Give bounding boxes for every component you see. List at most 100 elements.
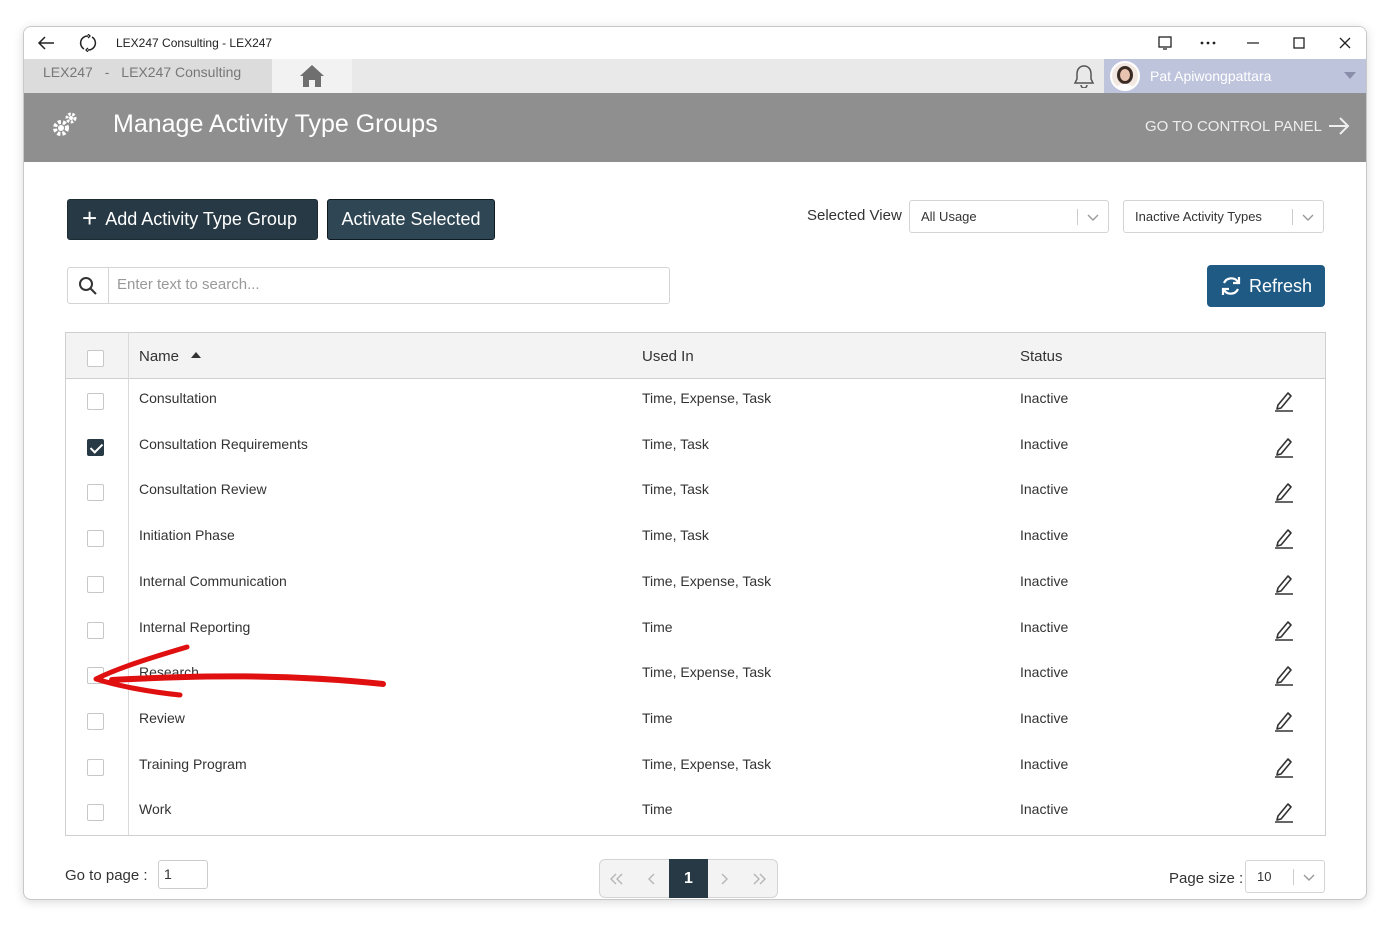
pencil-edit-icon[interactable] xyxy=(1274,527,1294,549)
double-chevron-right-icon[interactable] xyxy=(742,860,776,897)
pencil-edit-icon[interactable] xyxy=(1274,664,1294,686)
go-to-control-panel-label: GO TO CONTROL PANEL xyxy=(1145,117,1322,135)
avatar xyxy=(1110,61,1140,91)
activate-selected-button[interactable]: Activate Selected xyxy=(327,199,495,240)
row-checkbox[interactable] xyxy=(87,484,104,502)
window-title: LEX247 Consulting - LEX247 xyxy=(116,36,273,50)
app-bar: LEX247 - LEX247 Consulting Pat Apiwongpa… xyxy=(24,59,1366,93)
activity-type-filter-value: Inactive Activity Types xyxy=(1135,209,1262,224)
home-button[interactable] xyxy=(272,59,352,93)
page-title: Manage Activity Type Groups xyxy=(113,110,438,138)
view-select-value: All Usage xyxy=(921,209,977,224)
view-select[interactable]: All Usage xyxy=(909,200,1109,233)
row-checkbox[interactable] xyxy=(87,438,104,456)
reload-icon[interactable] xyxy=(76,31,100,55)
pencil-edit-icon[interactable] xyxy=(1274,710,1294,732)
pencil-edit-icon[interactable] xyxy=(1274,756,1294,778)
window-titlebar: LEX247 Consulting - LEX247 xyxy=(24,27,1366,59)
row-used-in: Time xyxy=(642,618,673,635)
app-display-icon[interactable] xyxy=(1153,31,1177,55)
chevron-down-icon xyxy=(1087,209,1099,228)
pencil-edit-icon[interactable] xyxy=(1274,436,1294,458)
table-row[interactable]: Consultation Review Time, Task Inactive xyxy=(66,470,1325,516)
maximize-icon[interactable] xyxy=(1287,31,1311,55)
row-checkbox[interactable] xyxy=(87,712,104,730)
pencil-edit-icon[interactable] xyxy=(1274,481,1294,504)
minimize-icon[interactable] xyxy=(1241,31,1265,55)
refresh-icon xyxy=(1221,277,1241,295)
row-status: Inactive xyxy=(1020,481,1069,498)
table-row[interactable]: Consultation Time, Expense, Task Inactive xyxy=(66,379,1325,425)
table-row[interactable]: Internal Reporting Time Inactive xyxy=(66,608,1325,654)
user-name: Pat Apiwongpattara xyxy=(1150,68,1272,84)
breadcrumb-separator: - xyxy=(104,64,110,80)
page-size-select[interactable]: 10 xyxy=(1245,860,1325,893)
row-checkbox[interactable] xyxy=(87,530,104,548)
row-name: Consultation xyxy=(139,390,217,406)
row-name: Consultation Requirements xyxy=(139,435,308,452)
chevron-right-icon[interactable] xyxy=(708,860,742,897)
row-used-in: Time xyxy=(642,709,673,726)
pencil-edit-icon[interactable] xyxy=(1274,801,1294,824)
search-box xyxy=(67,267,670,304)
table-row[interactable]: Research Time, Expense, Task Inactive xyxy=(66,653,1325,699)
page-header: Manage Activity Type Groups GO TO CONTRO… xyxy=(24,93,1366,162)
column-header-name[interactable]: Name xyxy=(139,348,202,365)
row-name: Internal Reporting xyxy=(139,618,251,635)
table-row[interactable]: Consultation Requirements Time, Task Inact… xyxy=(66,425,1325,471)
pencil-edit-icon[interactable] xyxy=(1274,573,1294,595)
search-input[interactable] xyxy=(117,276,657,293)
row-used-in: Time, Expense, Task xyxy=(642,572,772,589)
pencil-edit-icon[interactable] xyxy=(1274,619,1294,641)
row-status: Inactive xyxy=(1020,527,1069,544)
table-row[interactable]: Initiation Phase Time, Task Inactive xyxy=(66,516,1325,562)
row-status: Inactive xyxy=(1020,709,1069,726)
row-used-in: Time, Expense, Task xyxy=(642,664,772,681)
gear-icon xyxy=(50,110,80,145)
table-header: Name Used In Status xyxy=(66,333,1325,379)
back-arrow-icon[interactable] xyxy=(34,31,58,55)
close-icon[interactable] xyxy=(1333,31,1357,55)
refresh-button[interactable]: Refresh xyxy=(1207,265,1325,307)
row-name: Initiation Phase xyxy=(139,527,235,544)
sort-ascending-icon xyxy=(191,352,202,358)
row-name: Review xyxy=(139,709,185,726)
row-status: Inactive xyxy=(1020,664,1069,681)
table-row[interactable]: Training Program Time, Expense, Task Inact… xyxy=(66,745,1325,791)
user-menu[interactable]: Pat Apiwongpattara xyxy=(1104,59,1366,93)
row-checkbox[interactable] xyxy=(87,758,104,776)
row-checkbox[interactable] xyxy=(87,804,104,822)
activity-type-filter-select[interactable]: Inactive Activity Types xyxy=(1123,200,1324,233)
add-activity-type-group-button[interactable]: + Add Activity Type Group xyxy=(67,199,318,240)
row-status: Inactive xyxy=(1020,435,1069,452)
current-page-button[interactable]: 1 xyxy=(669,859,708,898)
chevron-down-icon[interactable] xyxy=(1344,72,1356,79)
double-chevron-left-icon[interactable] xyxy=(600,860,634,897)
row-checkbox[interactable] xyxy=(87,667,104,685)
row-checkbox[interactable] xyxy=(87,575,104,593)
table-row[interactable]: Review Time Inactive xyxy=(66,699,1325,745)
row-name: Work xyxy=(139,801,172,818)
table-row[interactable]: Work Time Inactive xyxy=(66,790,1325,836)
row-checkbox[interactable] xyxy=(87,393,104,410)
table-row[interactable]: Internal Communication Time, Expense, Tas… xyxy=(66,562,1325,608)
bell-icon[interactable] xyxy=(1071,63,1097,89)
more-options-icon[interactable] xyxy=(1196,31,1220,55)
select-all-checkbox[interactable] xyxy=(87,350,104,367)
chevron-left-icon[interactable] xyxy=(634,860,668,897)
row-used-in: Time xyxy=(642,801,673,818)
go-to-page-input[interactable]: 1 xyxy=(158,860,208,889)
row-status: Inactive xyxy=(1020,801,1069,818)
row-name: Consultation Review xyxy=(139,481,267,498)
row-name: Training Program xyxy=(139,755,247,772)
row-checkbox[interactable] xyxy=(87,621,104,639)
pencil-edit-icon[interactable] xyxy=(1274,390,1294,412)
select-divider xyxy=(1293,869,1294,885)
breadcrumb-company[interactable]: LEX247 Consulting xyxy=(121,64,241,80)
breadcrumb-org: LEX247 xyxy=(43,64,93,80)
column-header-status[interactable]: Status xyxy=(1020,348,1063,365)
go-to-control-panel-link[interactable]: GO TO CONTROL PANEL xyxy=(1145,117,1350,135)
row-used-in: Time, Task xyxy=(642,481,709,498)
column-header-used-in[interactable]: Used In xyxy=(642,348,694,365)
select-divider xyxy=(1292,209,1293,225)
